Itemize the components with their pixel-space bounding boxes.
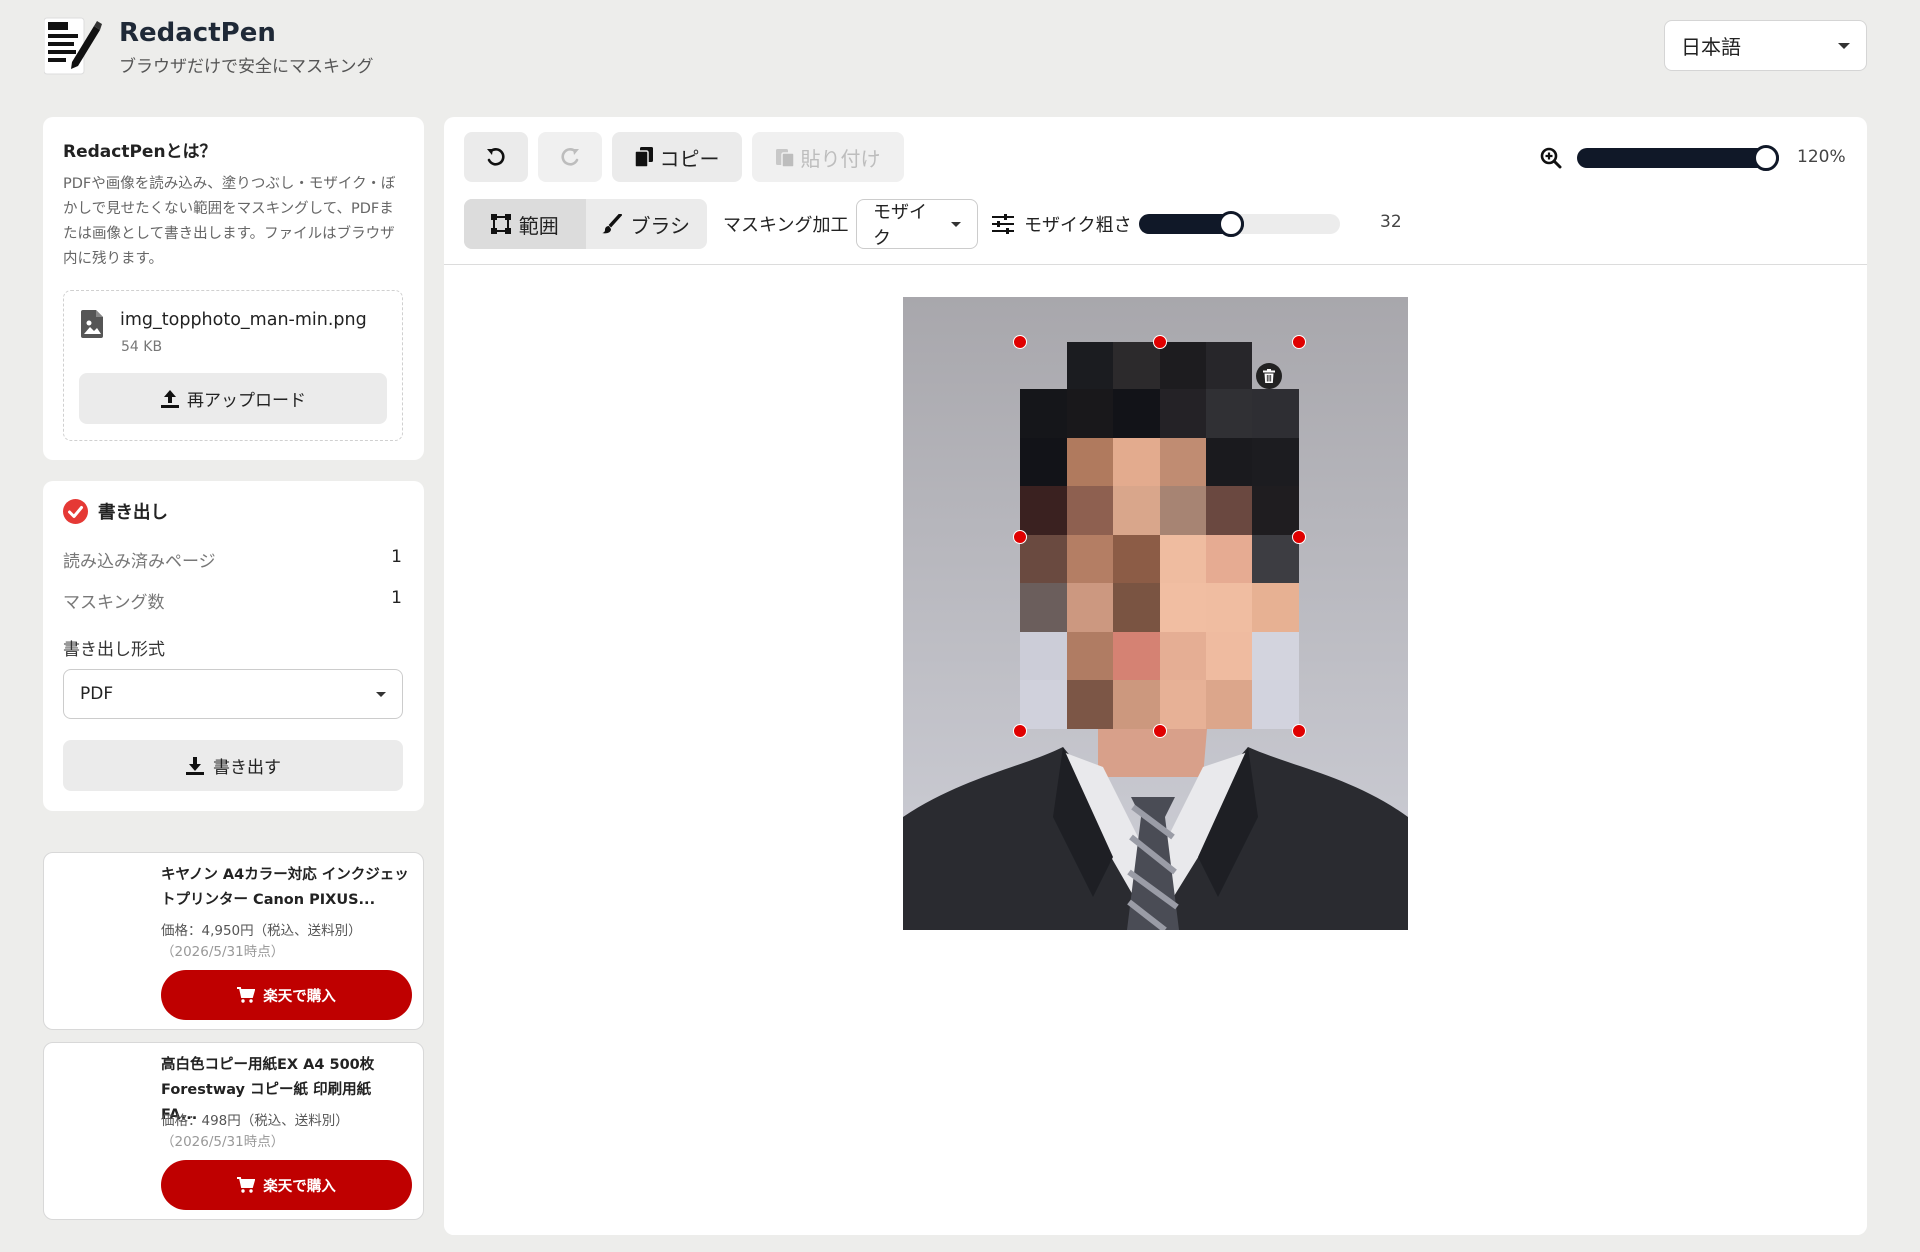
language-value: 日本語 [1681,35,1741,59]
language-select[interactable]: 日本語 [1664,20,1867,71]
image-file-icon [81,310,103,338]
editor-panel: コピー 貼り付け 120% 範囲 ブラシ マスキング加工 モザイク モザイク粗さ… [444,117,1867,1235]
range-label: 範囲 [518,213,559,238]
selection-icon [490,214,511,234]
zoom-slider-fill [1577,148,1779,168]
pages-value: 1 [391,547,402,567]
zoom-in-icon [1540,147,1562,169]
masking-mode-value: モザイク [873,202,927,249]
coarseness-slider-thumb[interactable] [1218,211,1244,237]
delete-mask-button[interactable] [1256,363,1282,389]
pages-label: 読み込み済みページ [63,552,216,572]
copy-button[interactable]: コピー [612,132,742,182]
buy-button-label: 楽天で購入 [263,988,336,1005]
masking-label: マスキング加工 [723,215,849,236]
undo-icon [487,148,505,166]
file-dropzone[interactable]: img_topphoto_man-min.png 54 KB 再アップロード [63,290,403,441]
brush-tool-button[interactable]: ブラシ [586,199,708,249]
coarseness-value: 32 [1380,212,1402,232]
app-subtitle: ブラウザだけで安全にマスキング [119,57,374,77]
copy-icon [634,147,653,167]
zoom-value: 120% [1797,147,1846,167]
format-value: PDF [80,684,114,704]
app-logo [43,16,102,76]
zoom-slider-thumb[interactable] [1753,145,1779,171]
brush-label: ブラシ [630,213,691,238]
brush-icon [602,214,623,234]
resize-handle-bottom-left[interactable] [1013,724,1027,738]
resize-handle-bottom[interactable] [1153,724,1167,738]
redo-button[interactable] [538,132,602,182]
file-name: img_topphoto_man-min.png [120,310,367,330]
ad-card-printer: キヤノン A4カラー対応 インクジェットプリンター Canon PIXUS...… [43,852,424,1030]
buy-rakuten-button[interactable]: 楽天で購入 [161,970,412,1020]
format-select[interactable]: PDF [63,669,403,719]
chevron-down-icon [376,691,386,697]
resize-handle-top-left[interactable] [1013,335,1027,349]
ad-date: （2026/5/31時点） [161,944,285,960]
sliders-icon [992,214,1014,234]
ad-title[interactable]: キヤノン A4カラー対応 インクジェットプリンター Canon PIXUS... [161,863,411,913]
editor-toolbar: コピー 貼り付け 120% 範囲 ブラシ マスキング加工 モザイク モザイク粗さ… [444,117,1867,265]
format-label: 書き出し形式 [63,640,165,660]
tool-mode-toggle: 範囲 ブラシ [464,199,707,249]
zoom-slider[interactable] [1577,145,1779,171]
app-title: RedactPen [119,18,276,48]
export-button[interactable]: 書き出す [63,740,403,791]
upload-icon [161,389,179,408]
resize-handle-bottom-right[interactable] [1292,724,1306,738]
ad-price: 価格：4,950円（税込、送料別） [161,923,362,939]
file-size: 54 KB [121,339,163,355]
cart-icon [237,1177,256,1193]
buy-rakuten-button[interactable]: 楽天で購入 [161,1160,412,1210]
export-card: 書き出し 読み込み済みページ 1 マスキング数 1 書き出し形式 PDF 書き出… [43,481,424,811]
resize-handle-right[interactable] [1292,530,1306,544]
paste-icon [775,149,794,167]
reupload-label: 再アップロード [187,391,306,411]
about-description: PDFや画像を読み込み、塗りつぶし・モザイク・ぼかしで見せたくない範囲をマスキン… [63,176,396,267]
chevron-down-icon [1838,42,1850,49]
masks-label: マスキング数 [63,593,165,613]
redo-icon [561,148,579,166]
resize-handle-top-right[interactable] [1292,335,1306,349]
copy-label: コピー [659,146,720,171]
ad-price: 価格：498円（税込、送料別） [161,1113,349,1129]
mosaic-mask [1020,342,1299,729]
paste-label: 貼り付け [800,146,881,171]
buy-button-label: 楽天で購入 [263,1178,336,1195]
export-button-label: 書き出す [213,758,281,778]
resize-handle-top[interactable] [1153,335,1167,349]
trash-icon [1263,369,1275,383]
paste-button[interactable]: 貼り付け [752,132,904,182]
masking-mode-select[interactable]: モザイク [856,199,978,249]
range-tool-button[interactable]: 範囲 [464,199,586,249]
about-card: RedactPenとは？ PDFや画像を読み込み、塗りつぶし・モザイク・ぼかしで… [43,117,424,460]
download-icon [186,756,204,775]
ad-card-paper: 高白色コピー用紙EX A4 500枚 Forestway コピー紙 印刷用紙 F… [43,1042,424,1220]
ad-date: （2026/5/31時点） [161,1134,285,1150]
canvas-area[interactable] [444,266,1867,1235]
resize-handle-left[interactable] [1013,530,1027,544]
coarseness-slider[interactable] [1139,211,1340,237]
chevron-down-icon [951,221,961,227]
reupload-button[interactable]: 再アップロード [79,373,387,424]
cart-icon [237,987,256,1003]
export-title: 書き出し [98,503,168,523]
about-title: RedactPenとは？ [63,142,217,162]
undo-button[interactable] [464,132,528,182]
check-circle-icon [63,499,88,524]
masks-value: 1 [391,588,402,608]
document-image [903,297,1408,930]
portrait-photo [903,297,1408,930]
export-header: 書き出し [63,499,168,524]
coarseness-label: モザイク粗さ [1024,215,1132,236]
